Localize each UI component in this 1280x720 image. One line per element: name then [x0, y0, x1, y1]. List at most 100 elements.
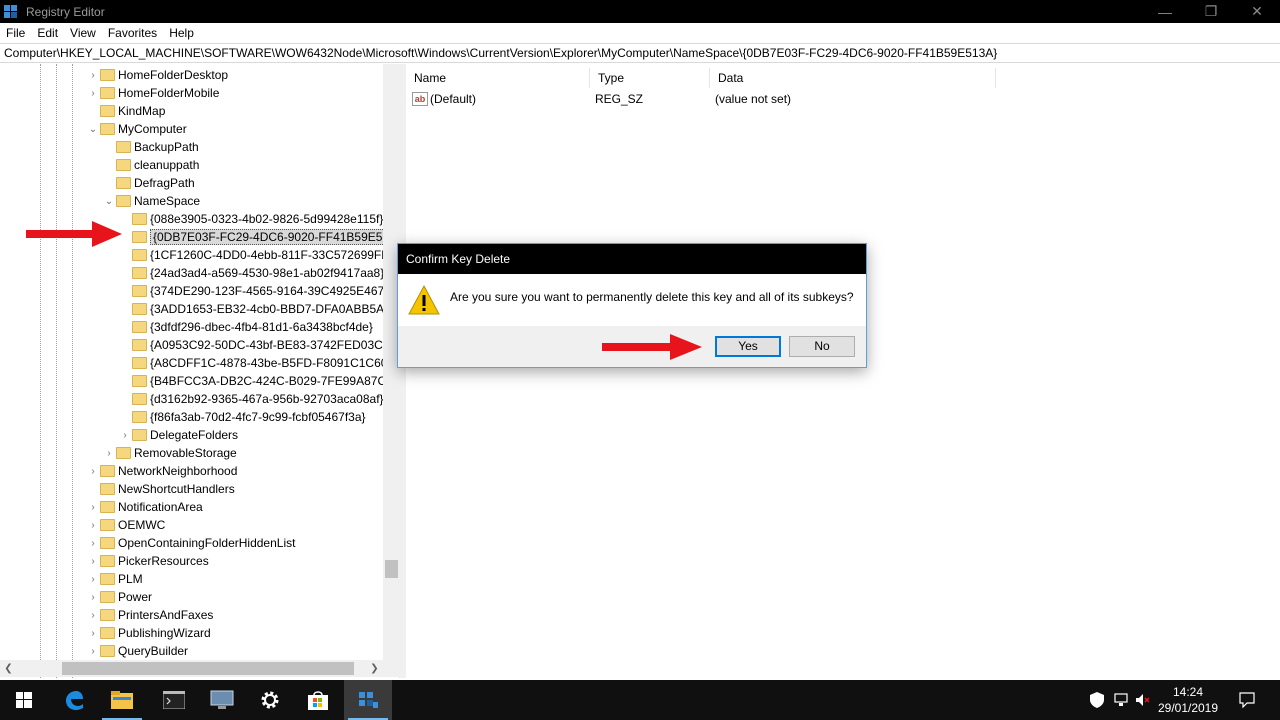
- tree-horizontal-scroll-thumb[interactable]: [62, 662, 354, 675]
- tree-item[interactable]: › HomeFolderMobile: [0, 84, 384, 102]
- tree-item[interactable]: {3dfdf296-dbec-4fb4-81d1-6a3438bcf4de}: [0, 318, 384, 336]
- tree-item[interactable]: {d3162b92-9365-467a-956b-92703aca08af}: [0, 390, 384, 408]
- expand-chevron-icon[interactable]: ›: [88, 498, 98, 516]
- expand-chevron-icon[interactable]: ›: [88, 84, 98, 102]
- expand-chevron-icon[interactable]: ›: [88, 516, 98, 534]
- folder-icon: [132, 249, 147, 261]
- collapse-chevron-icon[interactable]: ⌄: [104, 192, 114, 210]
- tree-item[interactable]: › HomeFolderDesktop: [0, 66, 384, 84]
- tree-item[interactable]: DefragPath: [0, 174, 384, 192]
- tree-item[interactable]: › NotificationArea: [0, 498, 384, 516]
- scroll-right-icon[interactable]: ❯: [366, 660, 383, 677]
- tree-item-label: KindMap: [118, 104, 166, 118]
- tree-item[interactable]: › OEMWC: [0, 516, 384, 534]
- taskbar-remote-desktop[interactable]: [198, 680, 246, 720]
- taskbar-settings[interactable]: [246, 680, 294, 720]
- tree-item-label: HomeFolderMobile: [118, 86, 220, 100]
- tree-item[interactable]: › OpenContainingFolderHiddenList: [0, 534, 384, 552]
- folder-icon: [100, 501, 115, 513]
- tree-item[interactable]: › NetworkNeighborhood: [0, 462, 384, 480]
- expand-chevron-icon[interactable]: ›: [88, 624, 98, 642]
- tree-item[interactable]: {24ad3ad4-a569-4530-98e1-ab02f9417aa8}: [0, 264, 384, 282]
- tree-item[interactable]: KindMap: [0, 102, 384, 120]
- tree-vertical-scroll-thumb[interactable]: [385, 560, 398, 578]
- tree-item-label: NewShortcutHandlers: [118, 482, 235, 496]
- expand-chevron-icon[interactable]: ›: [88, 462, 98, 480]
- tree-item[interactable]: › RemovableStorage: [0, 444, 384, 462]
- column-data[interactable]: Data: [710, 68, 996, 88]
- expand-chevron-icon[interactable]: ›: [88, 534, 98, 552]
- tree-item[interactable]: {B4BFCC3A-DB2C-424C-B029-7FE99A87C641}: [0, 372, 399, 390]
- expand-chevron-icon[interactable]: ›: [88, 570, 98, 588]
- folder-icon: [100, 483, 115, 495]
- tree-item[interactable]: {374DE290-123F-4565-9164-39C4925E467B}: [0, 282, 396, 300]
- tree-item[interactable]: › PLM: [0, 570, 384, 588]
- tree-item[interactable]: {f86fa3ab-70d2-4fc7-9c99-fcbf05467f3a}: [0, 408, 384, 426]
- expand-chevron-icon[interactable]: ›: [88, 642, 98, 660]
- tree-item[interactable]: › DelegateFolders: [0, 426, 384, 444]
- tree-item[interactable]: › PickerResources: [0, 552, 384, 570]
- tree-item-label: PrintersAndFaxes: [118, 608, 214, 622]
- tree-item[interactable]: {1CF1260C-4DD0-4ebb-811F-33C572699FDE}: [0, 246, 399, 264]
- tree-horizontal-scrollbar[interactable]: ❮ ❯: [0, 660, 400, 677]
- column-name[interactable]: Name: [406, 68, 590, 88]
- scroll-left-icon[interactable]: ❮: [0, 660, 17, 677]
- start-button[interactable]: [0, 680, 48, 720]
- expand-chevron-icon[interactable]: ›: [88, 552, 98, 570]
- folder-icon: [132, 231, 147, 243]
- tree-item[interactable]: BackupPath: [0, 138, 384, 156]
- tree-guide-line: [40, 64, 41, 678]
- tree-guide-line: [56, 64, 57, 678]
- address-bar[interactable]: Computer\HKEY_LOCAL_MACHINE\SOFTWARE\WOW…: [0, 43, 1280, 63]
- expand-chevron-icon[interactable]: ›: [104, 444, 114, 462]
- tray-action-center[interactable]: [1234, 680, 1260, 720]
- tree-item[interactable]: › PublishingWizard: [0, 624, 384, 642]
- tree-item[interactable]: › QueryBuilder: [0, 642, 384, 660]
- system-clock[interactable]: 14:24 29/01/2019: [1148, 680, 1228, 720]
- warning-icon: [408, 284, 440, 315]
- folder-icon: [100, 555, 115, 567]
- arrow-pointing-to-yes-button-icon: [602, 334, 702, 360]
- minimize-button[interactable]: —: [1142, 0, 1188, 23]
- tree-item[interactable]: cleanuppath: [0, 156, 384, 174]
- taskbar-file-explorer[interactable]: [98, 680, 146, 720]
- close-button[interactable]: ✕: [1234, 0, 1280, 23]
- tree-item[interactable]: › Power: [0, 588, 384, 606]
- expand-chevron-icon[interactable]: ›: [88, 606, 98, 624]
- value-type: REG_SZ: [595, 92, 644, 106]
- value-row[interactable]: ab (Default) REG_SZ (value not set): [406, 90, 996, 108]
- tray-security[interactable]: [1086, 680, 1108, 720]
- collapse-chevron-icon[interactable]: ⌄: [88, 120, 98, 138]
- registry-editor-taskbar-icon: [359, 692, 378, 708]
- tree-item[interactable]: › PrintersAndFaxes: [0, 606, 384, 624]
- tree-item[interactable]: ⌄ NameSpace: [0, 192, 384, 210]
- tree-guide-line: [72, 64, 73, 678]
- tree-item[interactable]: {A8CDFF1C-4878-43be-B5FD-F8091C1C60D0}: [0, 354, 399, 372]
- folder-icon: [132, 375, 147, 387]
- yes-button[interactable]: Yes: [715, 336, 781, 357]
- tree-item[interactable]: {A0953C92-50DC-43bf-BE83-3742FED03C9C}: [0, 336, 399, 354]
- menu-favorites[interactable]: Favorites: [102, 26, 163, 40]
- taskbar-registry-editor[interactable]: [344, 680, 392, 720]
- folder-icon: [100, 645, 115, 657]
- taskbar-command-prompt[interactable]: [150, 680, 198, 720]
- column-type[interactable]: Type: [590, 68, 710, 88]
- expand-chevron-icon[interactable]: ›: [88, 588, 98, 606]
- taskbar-edge[interactable]: [50, 680, 98, 720]
- tree-item[interactable]: ⌄ MyComputer: [0, 120, 384, 138]
- tree-item[interactable]: {3ADD1653-EB32-4cb0-BBD7-DFA0ABB5ACCA}: [0, 300, 399, 318]
- menu-view[interactable]: View: [64, 26, 102, 40]
- tree-item-label: {1CF1260C-4DD0-4ebb-811F-33C572699FDE}: [150, 248, 400, 262]
- menu-help[interactable]: Help: [163, 26, 200, 40]
- registry-key-tree[interactable]: › HomeFolderDesktop › HomeFolderMobile KindM…: [0, 64, 400, 678]
- no-button[interactable]: No: [789, 336, 855, 357]
- menu-edit[interactable]: Edit: [31, 26, 64, 40]
- menu-file[interactable]: File: [0, 26, 31, 40]
- expand-chevron-icon[interactable]: ›: [120, 426, 130, 444]
- taskbar-store[interactable]: [294, 680, 342, 720]
- maximize-button[interactable]: ❐: [1188, 0, 1234, 23]
- tree-item-label: {0DB7E03F-FC29-4DC6-9020-FF41B59E513A}: [150, 229, 399, 245]
- tray-network[interactable]: [1110, 680, 1132, 720]
- tree-item[interactable]: NewShortcutHandlers: [0, 480, 384, 498]
- expand-chevron-icon[interactable]: ›: [88, 66, 98, 84]
